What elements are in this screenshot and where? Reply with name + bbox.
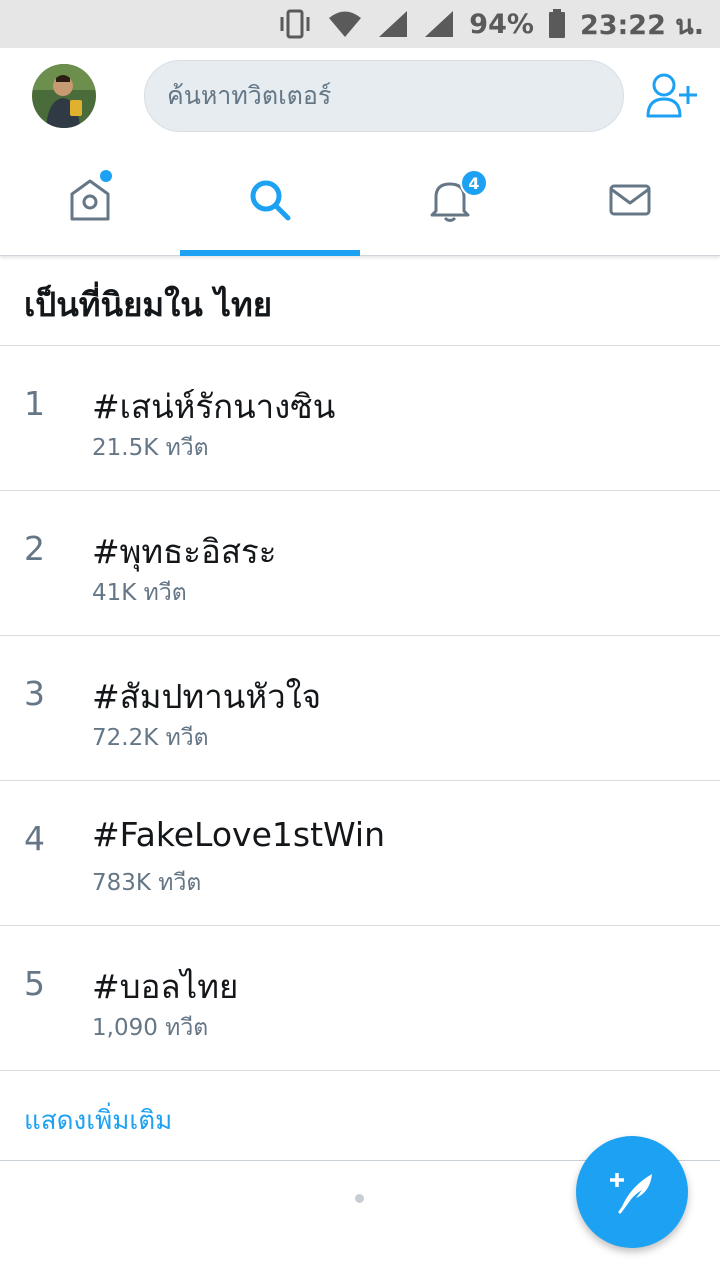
- trend-count: 21.5K ทวีต: [92, 435, 209, 461]
- trend-count: 1,090 ทวีต: [92, 1015, 209, 1041]
- battery-icon: [548, 9, 565, 38]
- trend-rank: 1: [24, 384, 45, 423]
- trend-item[interactable]: 2 #พุทธะอิสระ 41K ทวีต: [0, 491, 720, 636]
- trend-name: #พุทธะอิสระ: [92, 532, 277, 571]
- clock: 23:22 น.: [579, 9, 704, 41]
- page-indicator-dot: [355, 1194, 364, 1203]
- wifi-icon: [329, 11, 362, 37]
- mail-icon: [609, 184, 651, 216]
- trend-name: #เสน่ห์รักนางซิน: [92, 387, 336, 426]
- trend-item[interactable]: 5 #บอลไทย 1,090 ทวีต: [0, 926, 720, 1071]
- tab-home[interactable]: [0, 144, 180, 256]
- compose-tweet-icon: [610, 1173, 652, 1214]
- tab-notifications[interactable]: 4: [360, 144, 540, 256]
- tab-bar: 4: [0, 144, 720, 256]
- trend-item[interactable]: 1 #เสน่ห์รักนางซิน 21.5K ทวีต: [0, 346, 720, 491]
- show-more-link[interactable]: แสดงเพิ่มเติม: [24, 1100, 172, 1141]
- trends-title: เป็นที่นิยมใน ไทย: [24, 285, 273, 324]
- divider: [0, 1070, 720, 1071]
- tab-search[interactable]: [180, 144, 360, 256]
- status-bar: 94% 23:22 น.: [0, 0, 720, 48]
- search-placeholder: ค้นหาทวิตเตอร์: [167, 81, 332, 110]
- signal-icon: [379, 11, 408, 37]
- search-icon: [250, 180, 291, 221]
- trend-name: #FakeLove1stWin: [92, 815, 386, 854]
- trend-rank: 3: [24, 674, 45, 713]
- notification-badge: 4: [460, 169, 488, 197]
- vibrate-icon: [280, 9, 310, 39]
- compose-tweet-button[interactable]: [576, 1136, 688, 1248]
- trend-count: 72.2K ทวีต: [92, 725, 209, 751]
- home-icon: [70, 179, 110, 221]
- signal-icon: [425, 11, 454, 37]
- trend-rank: 2: [24, 529, 45, 568]
- trend-item[interactable]: 3 #สัมปทานหัวใจ 72.2K ทวีต: [0, 636, 720, 781]
- tab-messages[interactable]: [540, 144, 720, 256]
- trend-item[interactable]: 4 #FakeLove1stWin 783K ทวีต: [0, 781, 720, 926]
- trend-rank: 5: [24, 964, 45, 1003]
- avatar[interactable]: [32, 64, 96, 128]
- trend-count: 783K ทวีต: [92, 870, 202, 896]
- add-user-button[interactable]: [644, 68, 700, 124]
- search-input[interactable]: ค้นหาทวิตเตอร์: [144, 60, 624, 132]
- trend-rank: 4: [24, 819, 45, 858]
- top-bar: ค้นหาทวิตเตอร์: [0, 48, 720, 144]
- trend-count: 41K ทวีต: [92, 580, 187, 606]
- trend-name: #สัมปทานหัวใจ: [92, 677, 322, 716]
- new-content-dot: [100, 170, 112, 182]
- active-tab-indicator: [180, 250, 360, 256]
- add-user-icon: [646, 73, 697, 118]
- battery-percentage: 94%: [469, 8, 534, 40]
- trend-name: #บอลไทย: [92, 967, 239, 1006]
